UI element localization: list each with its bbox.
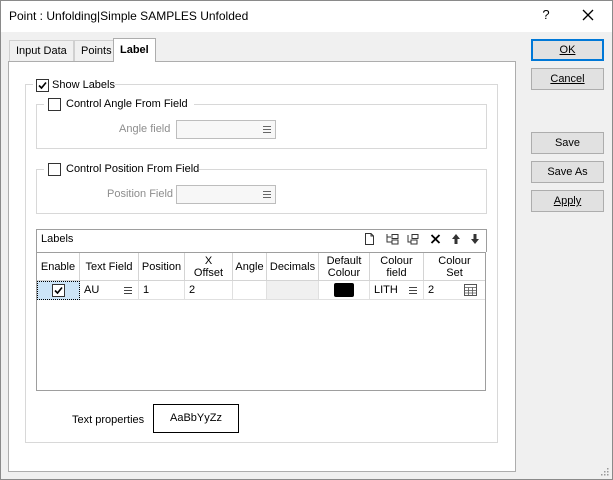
cell-angle[interactable]	[233, 281, 267, 300]
position-field-label: Position Field	[107, 188, 174, 200]
colour-field-value: LITH	[374, 284, 398, 296]
col-header-default-colour[interactable]: Default Colour	[319, 253, 370, 281]
cell-enable[interactable]	[37, 281, 80, 300]
cell-colour-set[interactable]: 2	[424, 281, 485, 300]
col-header-x-offset[interactable]: X Offset	[185, 253, 233, 281]
save-as-button[interactable]: Save As	[531, 161, 604, 183]
close-icon[interactable]	[579, 6, 597, 24]
cell-decimals[interactable]	[267, 281, 319, 300]
col-decimals-text: Decimals	[269, 260, 316, 273]
tab-points[interactable]: Points	[74, 40, 119, 61]
tab-input-data[interactable]: Input Data	[9, 40, 74, 61]
col-colour-set-line2: Set	[446, 266, 463, 279]
list-icon[interactable]	[124, 286, 132, 295]
delete-row-icon[interactable]	[430, 233, 441, 248]
angle-field-label: Angle field	[119, 123, 171, 135]
cell-default-colour[interactable]	[319, 281, 370, 300]
col-position-text: Position	[141, 260, 182, 273]
col-header-position[interactable]: Position	[139, 253, 185, 281]
apply-button[interactable]: Apply	[531, 190, 604, 212]
resize-grip-icon[interactable]	[599, 466, 609, 476]
list-icon[interactable]	[263, 125, 271, 134]
row-enable-checkbox[interactable]	[52, 284, 65, 297]
insert-row-after-icon[interactable]	[406, 233, 419, 248]
move-up-icon[interactable]	[451, 233, 461, 248]
cell-position[interactable]: 1	[139, 281, 185, 300]
show-labels-label: Show Labels	[52, 79, 115, 91]
default-colour-swatch[interactable]	[334, 283, 354, 297]
checkmark-icon	[54, 286, 63, 295]
cancel-button[interactable]: Cancel	[531, 68, 604, 90]
labels-grid-titlebar	[36, 229, 487, 252]
move-down-icon[interactable]	[470, 233, 480, 248]
position-field-input[interactable]	[176, 185, 276, 204]
window-title: Point : Unfolding|Simple SAMPLES Unfolde…	[9, 9, 249, 23]
col-colour-set-line1: Colour	[438, 254, 471, 267]
col-header-enable[interactable]: Enable	[37, 253, 80, 281]
show-labels-checkbox[interactable]	[36, 79, 49, 92]
col-x-offset-line1: X	[204, 254, 213, 267]
col-angle-text: Angle	[235, 260, 264, 273]
col-header-colour-field[interactable]: Colour field	[370, 253, 424, 281]
angle-field-input[interactable]	[176, 120, 276, 139]
col-colour-field-line1: Colour	[380, 254, 413, 267]
checkmark-icon	[38, 81, 47, 90]
save-button[interactable]: Save	[531, 132, 604, 154]
labels-grid: Enable Text Field Position X Offset Angl…	[36, 252, 486, 391]
tab-label[interactable]: Label	[113, 38, 156, 62]
colour-set-value: 2	[428, 284, 435, 296]
ok-button[interactable]: OK	[531, 39, 604, 61]
cell-x-offset[interactable]: 2	[185, 281, 233, 300]
list-icon[interactable]	[409, 286, 417, 295]
col-colour-field-line2: field	[386, 266, 407, 279]
col-header-text-field[interactable]: Text Field	[80, 253, 139, 281]
apply-button-label: Apply	[553, 195, 582, 207]
col-header-angle[interactable]: Angle	[233, 253, 267, 281]
control-angle-checkbox[interactable]	[48, 98, 61, 111]
text-field-value: AU	[84, 284, 100, 296]
list-icon[interactable]	[263, 190, 271, 199]
dialog-window: Point : Unfolding|Simple SAMPLES Unfolde…	[0, 0, 613, 480]
col-enable-text: Enable	[40, 260, 76, 273]
cell-text-field[interactable]: AU	[80, 281, 139, 300]
table-icon[interactable]	[464, 284, 477, 296]
text-properties-button[interactable]: AaBbYyZz	[153, 404, 239, 433]
col-text-field-text: Text Field	[85, 260, 133, 273]
cancel-button-label: Cancel	[550, 73, 585, 85]
title-bar: Point : Unfolding|Simple SAMPLES Unfolde…	[1, 1, 612, 32]
col-default-colour-line2: Colour	[327, 266, 361, 279]
labels-grid-title: Labels	[41, 233, 74, 245]
text-properties-label: Text properties	[72, 414, 145, 426]
control-position-checkbox[interactable]	[48, 163, 61, 176]
col-header-decimals[interactable]: Decimals	[267, 253, 319, 281]
help-button[interactable]: ?	[539, 7, 553, 22]
col-default-colour-line1: Default	[326, 254, 362, 267]
control-angle-label: Control Angle From Field	[66, 98, 188, 110]
cell-colour-field[interactable]: LITH	[370, 281, 424, 300]
col-x-offset-line2: Offset	[193, 266, 224, 279]
ok-button-label: OK	[559, 44, 576, 56]
new-row-icon[interactable]	[364, 233, 375, 248]
insert-row-icon[interactable]	[386, 233, 399, 248]
control-position-label: Control Position From Field	[66, 163, 200, 175]
col-header-colour-set[interactable]: Colour Set	[424, 253, 485, 281]
